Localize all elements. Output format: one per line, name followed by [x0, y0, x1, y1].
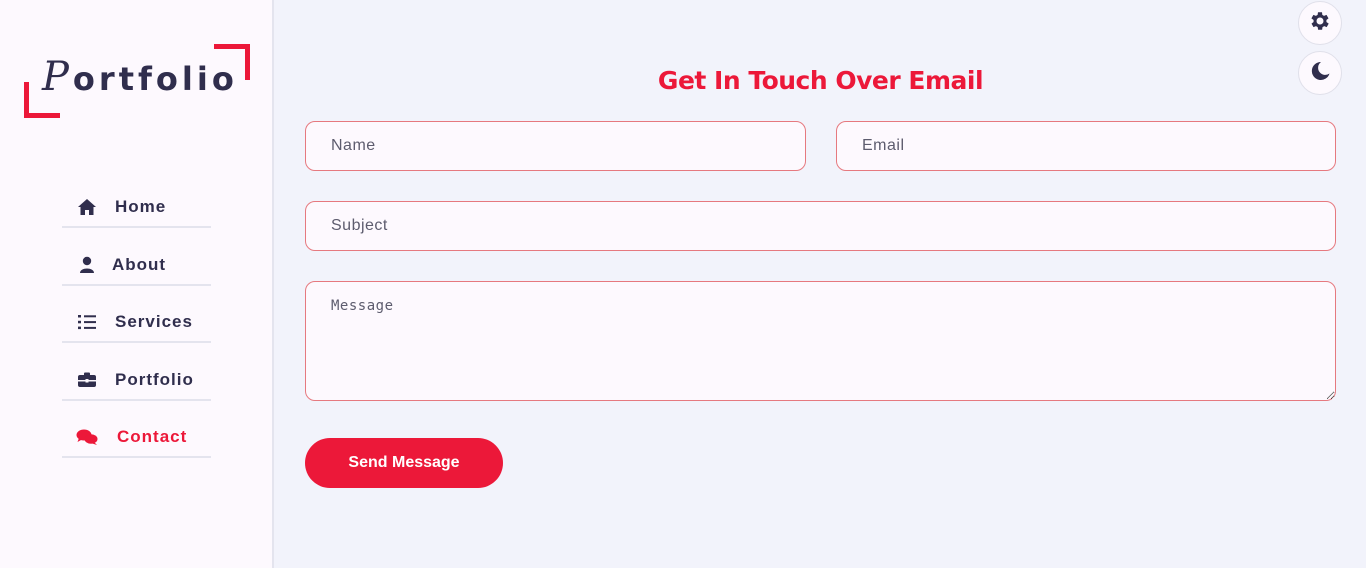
sidebar: Portfolio Home About Services Portfolio: [0, 0, 274, 568]
nav-item-label: About: [112, 254, 167, 274]
email-input[interactable]: [836, 121, 1336, 171]
send-message-button[interactable]: Send Message: [305, 438, 503, 488]
comments-icon: [76, 428, 98, 446]
logo-text: Portfolio: [42, 54, 238, 100]
contact-title: Get In Touch Over Email: [657, 66, 984, 95]
briefcase-icon: [76, 371, 98, 389]
nav-item-home[interactable]: Home: [62, 188, 211, 228]
gear-icon: [1308, 9, 1332, 38]
style-switcher-button[interactable]: [1298, 1, 1342, 45]
logo-rest: ortfolio: [72, 60, 238, 98]
main-nav: Home About Services Portfolio Contact: [62, 188, 211, 476]
list-icon: [76, 313, 98, 331]
subject-input[interactable]: [305, 201, 1336, 251]
nav-item-services[interactable]: Services: [62, 303, 211, 343]
nav-item-label: Portfolio: [115, 369, 194, 389]
nav-item-portfolio[interactable]: Portfolio: [62, 361, 211, 401]
logo-initial: P: [42, 54, 73, 100]
nav-item-about[interactable]: About: [62, 246, 211, 286]
home-icon: [76, 198, 98, 216]
nav-item-label: Home: [115, 197, 167, 216]
message-textarea[interactable]: [305, 281, 1336, 401]
user-icon: [76, 256, 98, 274]
logo[interactable]: Portfolio: [24, 44, 250, 118]
nav-item-contact[interactable]: Contact: [62, 418, 211, 458]
nav-item-label: Contact: [117, 427, 188, 446]
name-input[interactable]: [305, 121, 806, 171]
nav-item-label: Services: [115, 312, 193, 331]
